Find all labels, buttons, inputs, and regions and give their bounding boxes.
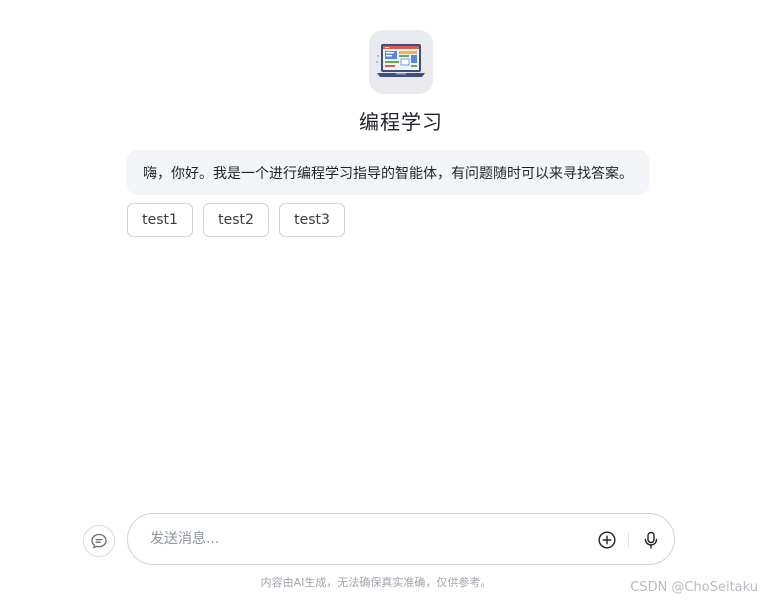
message-input[interactable]	[150, 526, 570, 552]
suggested-prompts: test1 test2 test3	[127, 203, 345, 237]
new-chat-button[interactable]	[83, 525, 115, 557]
message-composer	[127, 513, 675, 565]
add-attachment-button[interactable]	[596, 529, 618, 551]
voice-input-button[interactable]	[640, 529, 662, 551]
input-divider	[628, 533, 629, 547]
laptop-code-icon	[376, 44, 425, 77]
bot-avatar	[369, 30, 433, 94]
plus-circle-icon	[598, 531, 616, 549]
suggestion-chip-test1[interactable]: test1	[127, 203, 193, 237]
new-chat-icon	[91, 533, 107, 549]
suggestion-chip-test2[interactable]: test2	[203, 203, 269, 237]
greeting-message: 嗨，你好。我是一个进行编程学习指导的智能体，有问题随时可以来寻找答案。	[127, 150, 649, 195]
microphone-icon	[644, 531, 658, 549]
bot-name: 编程学习	[359, 110, 443, 134]
suggestion-chip-test3[interactable]: test3	[279, 203, 345, 237]
watermark: CSDN @ChoSeitaku	[630, 580, 758, 595]
greeting-text: 嗨，你好。我是一个进行编程学习指导的智能体，有问题随时可以来寻找答案。	[143, 165, 633, 182]
